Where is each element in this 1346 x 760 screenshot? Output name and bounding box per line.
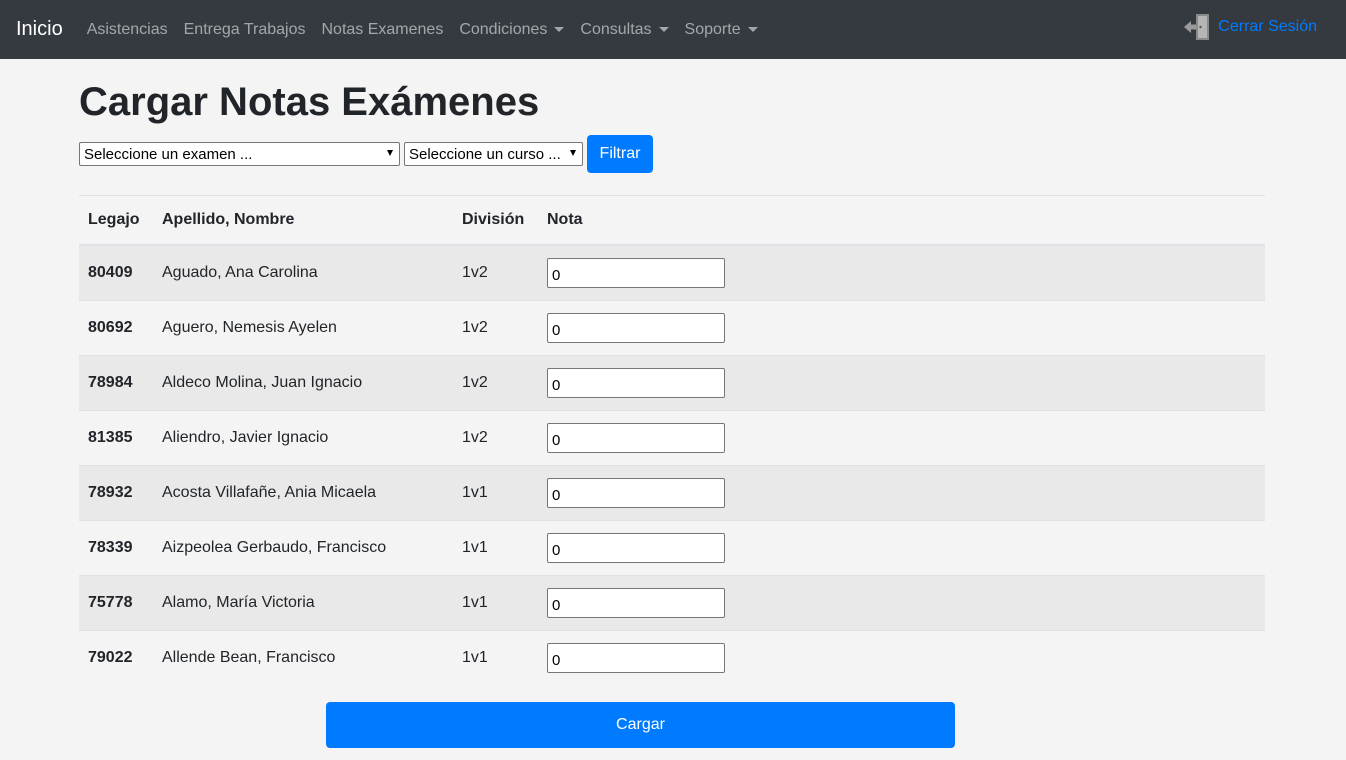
nota-input[interactable] — [547, 642, 725, 673]
grades-table: Legajo Apellido, Nombre División Nota 80… — [79, 196, 1265, 685]
cell-nota — [538, 244, 1265, 300]
cell-nota — [538, 519, 1265, 575]
nota-input[interactable] — [547, 477, 725, 508]
brand-link[interactable]: Inicio — [16, 18, 63, 41]
cell-nota — [538, 409, 1265, 465]
cell-nota — [538, 574, 1265, 630]
logout-label: Cerrar Sesión — [1218, 18, 1317, 35]
exam-select[interactable]: Seleccione un examen ... — [79, 142, 400, 166]
nota-input[interactable] — [547, 587, 725, 618]
table-row: 78932 Acosta Villafañe, Ania Micaela 1v1 — [79, 464, 1265, 520]
header-nombre: Apellido, Nombre — [153, 196, 453, 246]
logout-link[interactable]: Cerrar Sesión — [1183, 12, 1317, 42]
table-row: 75778 Alamo, María Victoria 1v1 — [79, 574, 1265, 630]
caret-down-icon — [554, 27, 565, 32]
nota-input[interactable] — [547, 257, 725, 288]
header-division: División — [453, 196, 538, 246]
table-row: 81385 Aliendro, Javier Ignacio 1v2 — [79, 409, 1265, 465]
nota-input[interactable] — [547, 532, 725, 563]
nav-link-label: Asistencias — [86, 20, 168, 38]
cell-nombre: Acosta Villafañe, Ania Micaela — [153, 464, 453, 520]
cell-legajo: 78339 — [79, 519, 153, 575]
cell-nota — [538, 354, 1265, 410]
logout-door-icon — [1184, 14, 1210, 40]
top-navbar: Inicio Asistencias Entrega Trabajos Nota… — [0, 0, 1346, 59]
select-arrow-icon — [387, 150, 393, 156]
cell-nombre: Aguero, Nemesis Ayelen — [153, 299, 453, 355]
course-select-value: Seleccione un curso ... — [409, 145, 561, 163]
table-header-row: Legajo Apellido, Nombre División Nota — [79, 196, 1265, 246]
cell-nota — [538, 299, 1265, 355]
cell-division: 1v1 — [453, 574, 538, 630]
cell-legajo: 78984 — [79, 354, 153, 410]
submit-grades-button[interactable]: Cargar — [326, 702, 955, 748]
cell-legajo: 80692 — [79, 299, 153, 355]
nav-dropdown-consultas[interactable]: Consultas — [580, 20, 669, 39]
filter-bar: Seleccione un examen ... Seleccione un c… — [79, 135, 1265, 173]
cell-legajo: 80409 — [79, 244, 153, 300]
nav-link-entrega-trabajos[interactable]: Entrega Trabajos — [184, 21, 306, 39]
page-title: Cargar Notas Exámenes — [79, 80, 540, 124]
nav-link-label: Notas Examenes — [321, 20, 444, 38]
nota-input[interactable] — [547, 312, 725, 343]
table-row: 80692 Aguero, Nemesis Ayelen 1v2 — [79, 299, 1265, 355]
cell-division: 1v2 — [453, 409, 538, 465]
nav-link-label: Condiciones — [459, 20, 548, 38]
header-legajo: Legajo — [79, 196, 153, 246]
nav-link-label: Soporte — [684, 20, 741, 38]
select-arrow-icon — [570, 150, 576, 156]
nav-dropdown-soporte[interactable]: Soporte — [685, 21, 758, 39]
cell-legajo: 81385 — [79, 409, 153, 465]
nav-dropdown-condiciones[interactable]: Condiciones — [459, 20, 565, 39]
table-row: 80409 Aguado, Ana Carolina 1v2 — [79, 244, 1265, 300]
exam-select-value: Seleccione un examen ... — [84, 145, 253, 163]
cell-legajo: 75778 — [79, 574, 153, 630]
table-row: 78339 Aizpeolea Gerbaudo, Francisco 1v1 — [79, 519, 1265, 575]
cell-nombre: Aguado, Ana Carolina — [153, 244, 453, 300]
cell-nombre: Allende Bean, Francisco — [153, 629, 453, 685]
caret-down-icon — [658, 27, 669, 32]
cell-nombre: Aliendro, Javier Ignacio — [153, 409, 453, 465]
cell-nombre: Aizpeolea Gerbaudo, Francisco — [153, 519, 453, 575]
cell-nota — [538, 629, 1265, 685]
filter-button[interactable]: Filtrar — [587, 135, 653, 173]
cell-division: 1v2 — [453, 354, 538, 410]
nav-link-label: Consultas — [580, 20, 652, 38]
table-row: 79022 Allende Bean, Francisco 1v1 — [79, 629, 1265, 685]
cell-nombre: Alamo, María Victoria — [153, 574, 453, 630]
cell-nota — [538, 464, 1265, 520]
cell-division: 1v1 — [453, 464, 538, 520]
nav-link-notas-examenes[interactable]: Notas Examenes — [321, 21, 443, 39]
cell-legajo: 79022 — [79, 629, 153, 685]
course-select[interactable]: Seleccione un curso ... — [404, 142, 583, 166]
cell-division: 1v2 — [453, 244, 538, 300]
table-row: 78984 Aldeco Molina, Juan Ignacio 1v2 — [79, 354, 1265, 410]
nav-link-label: Entrega Trabajos — [183, 20, 306, 38]
cell-division: 1v1 — [453, 629, 538, 685]
cell-division: 1v2 — [453, 299, 538, 355]
nota-input[interactable] — [547, 367, 725, 398]
cell-legajo: 78932 — [79, 464, 153, 520]
cell-nombre: Aldeco Molina, Juan Ignacio — [153, 354, 453, 410]
cell-division: 1v1 — [453, 519, 538, 575]
header-nota: Nota — [538, 196, 1265, 246]
nota-input[interactable] — [547, 422, 725, 453]
nav-link-asistencias[interactable]: Asistencias — [87, 21, 168, 39]
main-content: Cargar Notas Exámenes Seleccione un exam… — [79, 59, 1265, 748]
caret-down-icon — [747, 27, 758, 32]
